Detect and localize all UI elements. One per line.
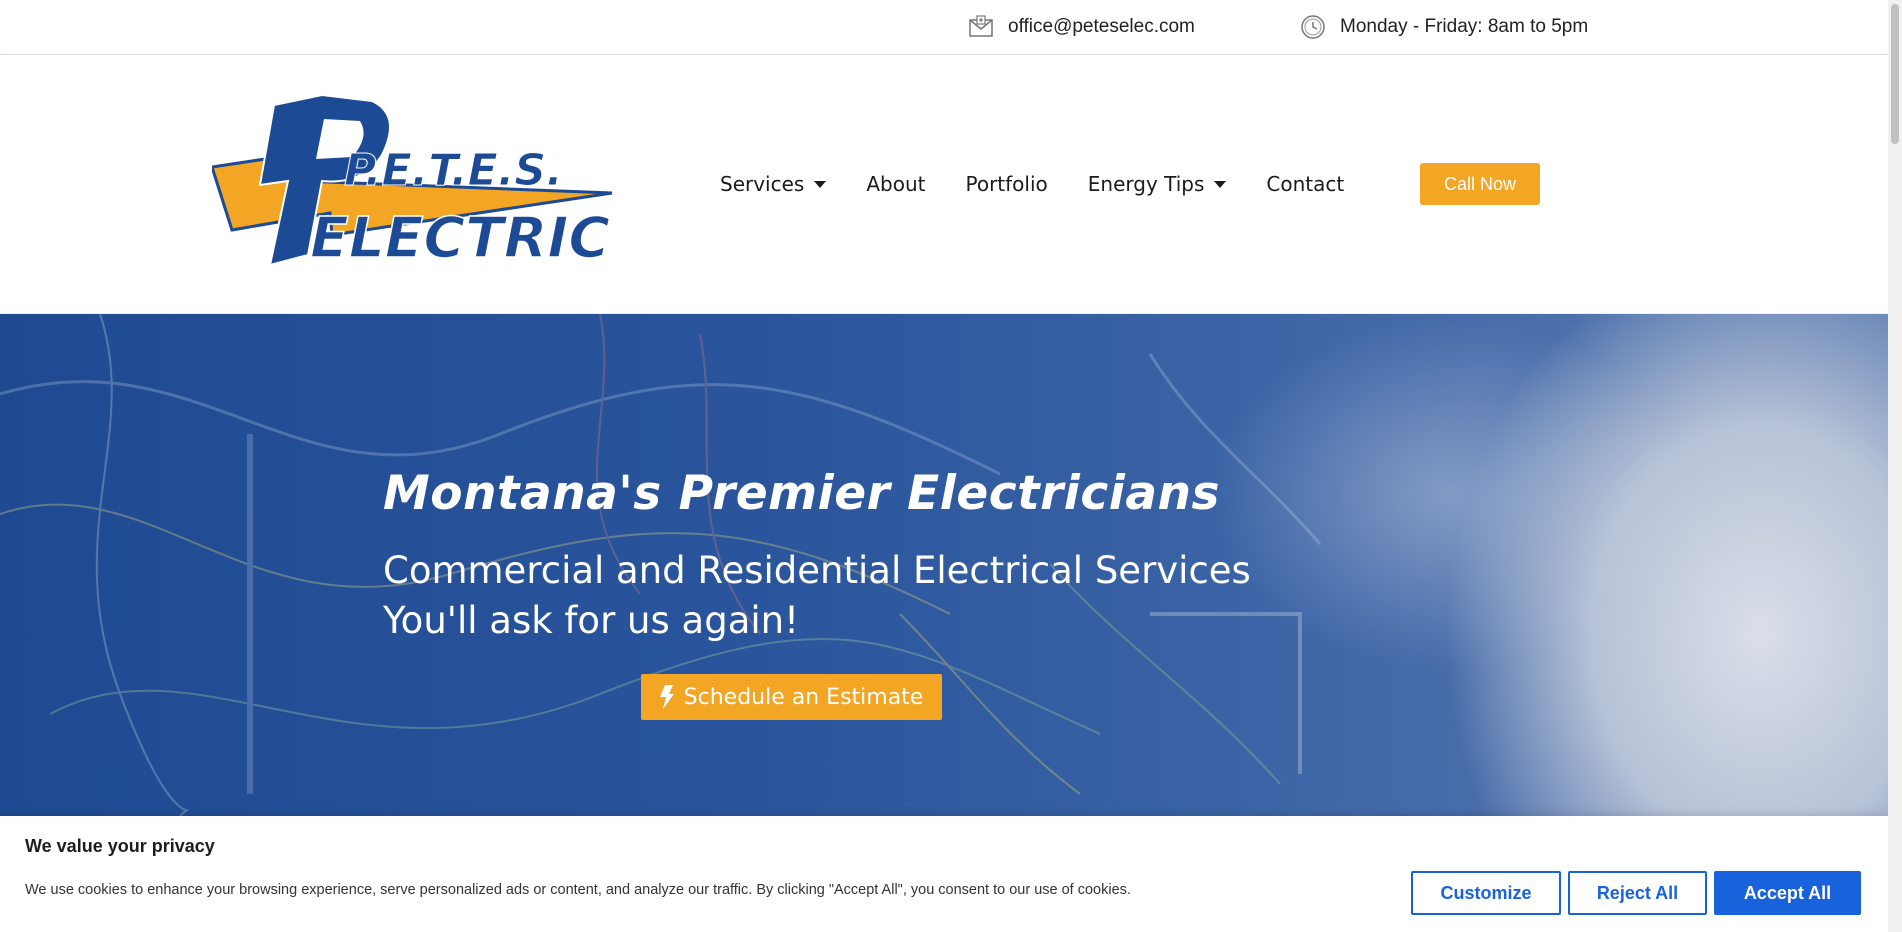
schedule-estimate-button[interactable]: Schedule an Estimate xyxy=(641,674,942,720)
nav-services[interactable]: Services xyxy=(720,172,827,196)
nav-about[interactable]: About xyxy=(866,172,925,196)
hours-text: Monday - Friday: 8am to 5pm xyxy=(1340,16,1589,37)
caret-down-icon xyxy=(1214,180,1227,188)
hero-subtitle-line1: Commercial and Residential Electrical Se… xyxy=(383,549,1251,592)
page-scrollbar[interactable] xyxy=(1888,0,1902,932)
cookie-title: We value your privacy xyxy=(25,836,215,856)
nav-energy-tips-label: Energy Tips xyxy=(1087,172,1205,196)
cookie-consent-banner: We value your privacy We use cookies to … xyxy=(0,816,1888,932)
nav-about-label: About xyxy=(866,172,926,196)
petes-electric-logo[interactable]: P.E.T.E.S. ELECTRIC xyxy=(212,85,622,275)
accept-all-button[interactable]: Accept All xyxy=(1714,871,1861,915)
nav-portfolio-label: Portfolio xyxy=(965,172,1048,196)
logo-line2: ELECTRIC xyxy=(310,206,610,271)
email-text[interactable]: office@peteselec.com xyxy=(1008,16,1195,38)
hero-section: Montana's Premier Electricians Commercia… xyxy=(0,314,1888,816)
hero-title: Montana's Premier Electricians xyxy=(383,466,1220,521)
hero-subtitle: Commercial and Residential Electrical Se… xyxy=(383,546,1283,646)
nav-services-label: Services xyxy=(720,172,805,196)
nav-contact[interactable]: Contact xyxy=(1266,172,1344,196)
schedule-estimate-label: Schedule an Estimate xyxy=(683,684,924,710)
site-header: P.E.T.E.S. ELECTRIC Services About Portf… xyxy=(0,55,1888,313)
nav-contact-label: Contact xyxy=(1266,172,1345,196)
hero-subtitle-line2: You'll ask for us again! xyxy=(383,599,799,642)
customize-button[interactable]: Customize xyxy=(1411,871,1561,915)
clock-icon xyxy=(1301,15,1325,39)
reject-all-button[interactable]: Reject All xyxy=(1568,871,1707,915)
envelope-icon xyxy=(969,15,993,37)
logo-line1: P.E.T.E.S. xyxy=(344,145,563,196)
nav-portfolio[interactable]: Portfolio xyxy=(965,172,1047,196)
bolt-icon xyxy=(659,685,674,709)
main-nav: Services About Portfolio Energy Tips Con… xyxy=(720,172,1384,196)
cookie-text: We use cookies to enhance your browsing … xyxy=(25,882,1131,898)
call-now-button[interactable]: Call Now xyxy=(1420,163,1540,205)
email-contact[interactable]: office@peteselec.com xyxy=(968,14,1195,40)
caret-down-icon xyxy=(814,180,827,188)
nav-energy-tips[interactable]: Energy Tips xyxy=(1088,172,1227,196)
scrollbar-thumb[interactable] xyxy=(1891,4,1899,144)
business-hours: Monday - Friday: 8am to 5pm xyxy=(1300,14,1588,40)
top-bar: office@peteselec.com Monday - Friday: 8a… xyxy=(0,0,1888,55)
